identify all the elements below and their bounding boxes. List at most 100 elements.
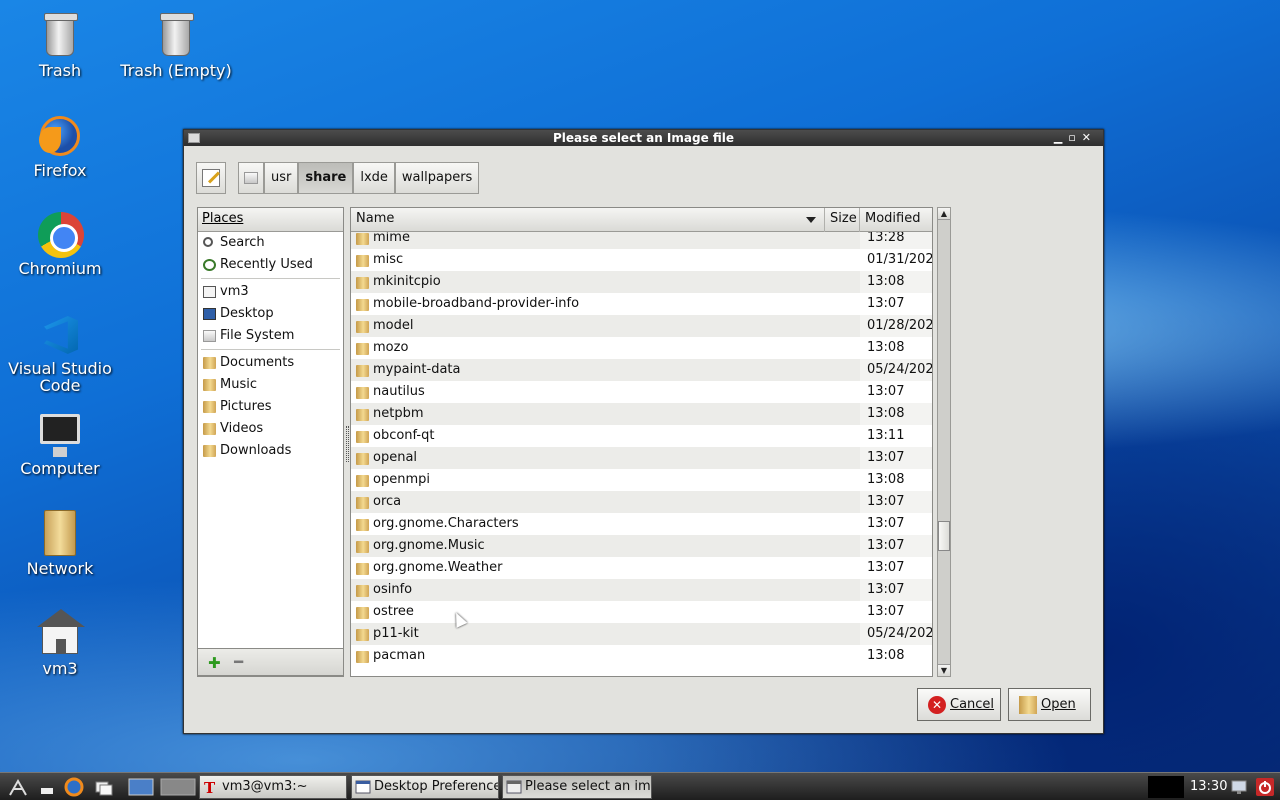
desktop-icon-firefox[interactable]: Firefox [0,112,120,179]
open-button[interactable]: Open [1008,688,1091,721]
place-documents[interactable]: Documents [198,352,343,374]
workspace-1-icon[interactable] [128,777,154,797]
scroll-up-icon[interactable]: ▲ [938,208,950,220]
task-terminal[interactable]: Tvm3@vm3:~ [199,775,347,799]
file-row[interactable]: mobile-broadband-provider-info 13:07 [351,293,932,315]
file-size-cell [825,381,860,403]
column-name[interactable]: Name [351,208,825,232]
file-size-cell [825,513,860,535]
menu-icon[interactable] [8,777,28,797]
desktop-icon-chromium[interactable]: Chromium [0,210,120,277]
firefox-launcher-icon[interactable] [64,777,84,797]
file-modified: 13:07 [860,491,932,513]
file-row[interactable]: orca 13:07 [351,491,932,513]
home-icon [203,286,216,298]
file-size-cell [825,249,860,271]
file-name: openal [373,450,418,465]
file-row[interactable]: pacman 13:08 [351,645,932,667]
place-videos[interactable]: Videos [198,418,343,440]
path-bar: usr share lxde wallpapers [196,162,480,194]
desktop-icon-computer[interactable]: Computer [0,410,120,477]
window-menu-icon[interactable] [188,133,200,143]
file-row[interactable]: osinfo 13:07 [351,579,932,601]
place-pictures[interactable]: Pictures [198,396,343,418]
maximize-icon[interactable]: ▫ [1068,131,1081,144]
desktop-icon-home[interactable]: vm3 [0,609,120,677]
place-search[interactable]: Search [198,232,343,254]
remove-bookmark-icon[interactable]: ━ [234,655,243,670]
folder-icon [356,277,369,289]
cancel-button[interactable]: Cancel [917,688,1001,721]
close-icon[interactable]: ✕ [1082,131,1097,144]
folder-icon [356,541,369,553]
add-bookmark-icon[interactable]: ✚ [208,656,221,671]
dialog-title: Please select an Image file [552,131,735,145]
column-size[interactable]: Size [825,208,860,232]
file-row[interactable]: nautilus 13:07 [351,381,932,403]
file-size-cell [825,359,860,381]
path-button-lxde[interactable]: lxde [353,162,395,194]
file-row[interactable]: mypaint-data 05/24/2023 [351,359,932,381]
vertical-scrollbar[interactable]: ▲ ▼ [937,207,951,677]
place-recently-used[interactable]: Recently Used [198,254,343,276]
network-tray-icon[interactable] [1230,778,1248,796]
minimize-icon[interactable]: ▁ [1054,131,1068,144]
file-modified: 13:07 [860,557,932,579]
workspace-2-icon[interactable] [160,777,196,797]
path-button-share[interactable]: share [298,162,354,194]
path-button-wallpapers[interactable]: wallpapers [394,162,480,194]
desktop-icon-label: Trash [38,61,82,80]
edit-location-button[interactable] [196,162,226,194]
clock[interactable]: 13:30 [1190,777,1227,797]
file-row[interactable]: mozo 13:08 [351,337,932,359]
file-row[interactable]: model 01/28/2024 [351,315,932,337]
scrollbar-thumb[interactable] [938,521,950,551]
file-name-cell: orca [351,491,825,513]
file-manager-icon[interactable] [94,777,114,797]
place-home[interactable]: vm3 [198,281,343,303]
task-desktop-preferences[interactable]: Desktop Preferences [351,775,499,799]
file-name: p11-kit [373,626,419,641]
sort-down-icon [806,217,816,223]
file-name-cell: osinfo [351,579,825,601]
file-row[interactable]: misc 01/31/2023 [351,249,932,271]
desktop-icon-label: Network [26,559,94,578]
power-icon[interactable] [1256,778,1274,796]
file-row[interactable]: openmpi 13:08 [351,469,932,491]
place-downloads[interactable]: Downloads [198,440,343,462]
open-folder-icon [1019,696,1037,714]
dialog-titlebar[interactable]: Please select an Image file ▁▫✕ [184,130,1103,146]
path-root-button[interactable] [238,162,264,194]
file-size-cell [825,271,860,293]
file-name: org.gnome.Music [373,538,485,553]
file-row[interactable]: p11-kit 05/24/2023 [351,623,932,645]
folder-icon [356,453,369,465]
place-file-system[interactable]: File System [198,325,343,347]
path-button-usr[interactable]: usr [264,162,299,194]
file-row[interactable]: netpbm 13:08 [351,403,932,425]
column-modified[interactable]: Modified [860,208,932,232]
desktop-icon-network[interactable]: Network [0,510,120,577]
desktop-icon-vscode[interactable]: Visual Studio Code [0,310,120,394]
file-row[interactable]: mkinitcpio 13:08 [351,271,932,293]
file-row[interactable]: org.gnome.Weather 13:07 [351,557,932,579]
place-music[interactable]: Music [198,374,343,396]
file-row[interactable]: org.gnome.Music 13:07 [351,535,932,557]
desktop-icon-trash-empty[interactable]: Trash (Empty) [116,12,236,79]
minimize-all-icon[interactable] [38,777,58,797]
pane-resize-handle[interactable] [346,426,349,462]
task-file-chooser[interactable]: Please select an im... [502,775,652,799]
desktop-icon-trash[interactable]: Trash [0,12,120,79]
file-row[interactable]: org.gnome.Characters 13:07 [351,513,932,535]
file-name: org.gnome.Characters [373,516,519,531]
place-desktop[interactable]: Desktop [198,303,343,325]
scroll-down-icon[interactable]: ▼ [938,664,950,676]
file-modified: 05/24/2023 [860,359,932,381]
folder-icon [203,379,216,391]
file-size-cell [825,293,860,315]
places-header[interactable]: Places [198,208,343,232]
file-row[interactable]: ostree 13:07 [351,601,932,623]
place-label: Search [220,235,265,250]
file-row[interactable]: openal 13:07 [351,447,932,469]
file-row[interactable]: obconf-qt 13:11 [351,425,932,447]
